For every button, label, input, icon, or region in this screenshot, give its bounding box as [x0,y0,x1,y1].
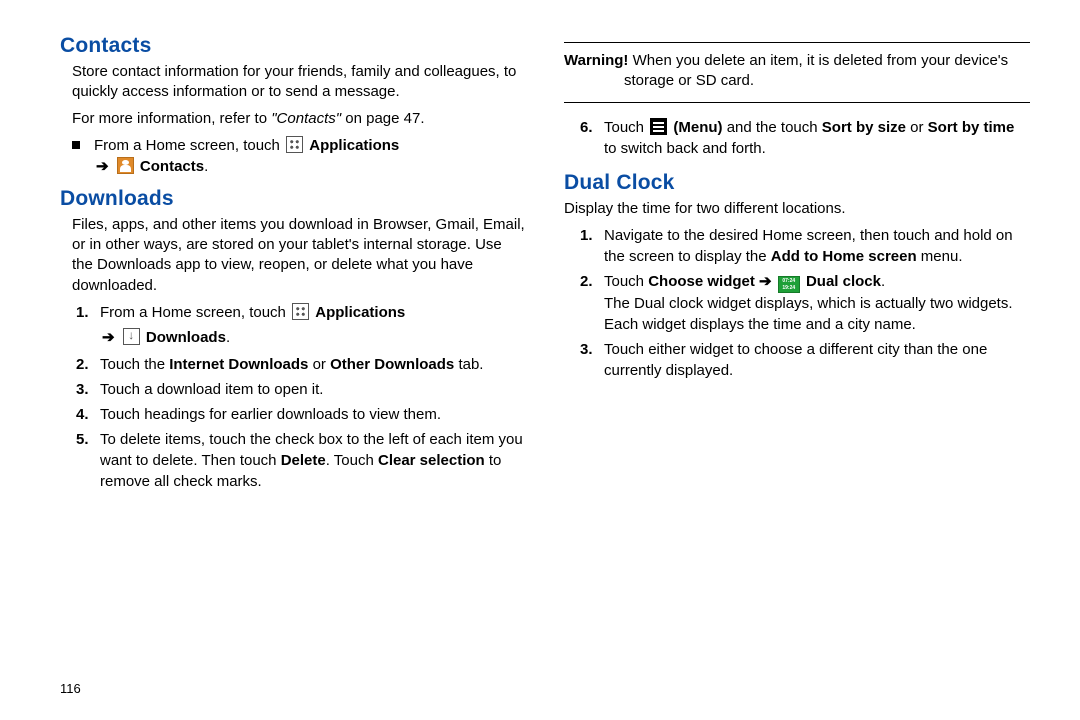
s6f: to switch back and forth. [604,140,766,157]
downloads-steps-cont: 2. Touch the Internet Downloads or Other… [76,354,526,492]
dual-steps: 1. Navigate to the desired Home screen, … [580,225,1030,381]
d1b: Add to Home screen [771,248,917,265]
right-column: Warning! When you delete an item, it is … [564,30,1030,496]
left-column: Contacts Store contact information for y… [60,30,526,496]
step-6-list: 6. Touch (Menu) and the touch Sort by si… [580,117,1030,159]
step-body: Touch (Menu) and the touch Sort by size … [604,117,1030,159]
downloads-intro: Files, apps, and other items you downloa… [72,215,526,296]
warning-label: Warning! [564,52,628,69]
s6e: Sort by time [928,119,1015,136]
s2a: Touch the [100,356,169,373]
dual-step-2: 2. Touch Choose widget ➔ 07:2419:24 Dual… [580,271,1030,335]
bullet-text: From a Home screen, touch Applications ➔… [94,135,526,177]
downloads-steps: 1. From a Home screen, touch Application… [76,302,526,323]
dc-top: 07:24 [782,278,795,284]
s3: Touch a download item to open it. [100,379,526,400]
step-body: Navigate to the desired Home screen, the… [604,225,1030,267]
d1c: menu. [917,248,963,265]
downloads-icon [123,328,140,345]
warning-text: When you delete an item, it is deleted f… [624,52,1008,89]
s1-lead: From a Home screen, touch [100,304,290,321]
step-3: 3. Touch a download item to open it. [76,379,526,400]
manual-page: Contacts Store contact information for y… [0,0,1080,720]
step-num: 6. [580,117,604,159]
bullet-lead: From a Home screen, touch [94,137,284,154]
s1-target: Downloads [146,329,226,346]
contacts-heading: Contacts [60,34,526,58]
step-4: 4. Touch headings for earlier downloads … [76,404,526,425]
s2d: Other Downloads [330,356,454,373]
bullet-apps: Applications [309,137,399,154]
step-num: 4. [76,404,100,425]
step-1: 1. From a Home screen, touch Application… [76,302,526,323]
s6d: or [906,119,928,136]
step-num: 2. [76,354,100,375]
step-body: Touch Choose widget ➔ 07:2419:24 Dual cl… [604,271,1030,335]
step1-subline: ➔ Downloads. [100,327,526,348]
step-num: 1. [580,225,604,267]
arrow-icon: ➔ [755,273,776,290]
d2b: Choose widget [648,273,755,290]
s5b: Delete [281,452,326,469]
dual-intro: Display the time for two different locat… [564,199,1030,219]
ref-prefix: For more information, refer to [72,110,271,127]
s6a: Touch [604,119,648,136]
d2period: . [881,273,885,290]
dual-step-1: 1. Navigate to the desired Home screen, … [580,225,1030,267]
d2desc: The Dual clock widget displays, which is… [604,295,1013,333]
step-5: 5. To delete items, touch the check box … [76,429,526,492]
step-num: 2. [580,271,604,335]
step-body: Touch the Internet Downloads or Other Do… [100,354,526,375]
step-num: 3. [580,339,604,381]
s1-period: . [226,329,230,346]
step-6: 6. Touch (Menu) and the touch Sort by si… [580,117,1030,159]
s2e: tab. [454,356,483,373]
dc-bot: 19:24 [782,285,795,291]
dual-clock-heading: Dual Clock [564,171,1030,195]
step-body: To delete items, touch the check box to … [100,429,526,492]
contacts-bullet: From a Home screen, touch Applications ➔… [72,135,526,177]
s4: Touch headings for earlier downloads to … [100,404,526,425]
square-bullet-icon [72,141,80,149]
dual-clock-icon: 07:2419:24 [778,276,800,293]
applications-icon [286,136,303,153]
s5d: Clear selection [378,452,485,469]
step-body: From a Home screen, touch Applications [100,302,526,323]
step-num: 5. [76,429,100,492]
s5c: . Touch [326,452,378,469]
ref-italic: "Contacts" [271,110,341,127]
step-num: 1. [76,302,100,323]
s6b: and the touch [723,119,822,136]
contacts-intro: Store contact information for your frien… [72,62,526,103]
dual-step-3: 3. Touch either widget to choose a diffe… [580,339,1030,381]
s6c: Sort by size [822,119,906,136]
s1-apps: Applications [315,304,405,321]
s6menu: (Menu) [673,119,722,136]
warning-box: Warning! When you delete an item, it is … [564,42,1030,103]
contacts-ref: For more information, refer to "Contacts… [72,109,526,129]
d2target: Dual clock [806,273,881,290]
s2b: Internet Downloads [169,356,308,373]
step-2: 2. Touch the Internet Downloads or Other… [76,354,526,375]
ref-suffix: on page 47. [341,110,424,127]
page-number: 116 [60,681,81,696]
d2a: Touch [604,273,648,290]
downloads-heading: Downloads [60,187,526,211]
d3: Touch either widget to choose a differen… [604,339,1030,381]
arrow-icon: ➔ [102,329,115,346]
applications-icon [292,303,309,320]
s2c: or [308,356,330,373]
bullet-target: Contacts [140,158,204,175]
arrow-icon: ➔ [96,158,109,175]
bullet-period: . [204,158,208,175]
menu-icon [650,118,667,135]
step-num: 3. [76,379,100,400]
warning-body: Warning! When you delete an item, it is … [564,51,1030,92]
contacts-icon [117,157,134,174]
